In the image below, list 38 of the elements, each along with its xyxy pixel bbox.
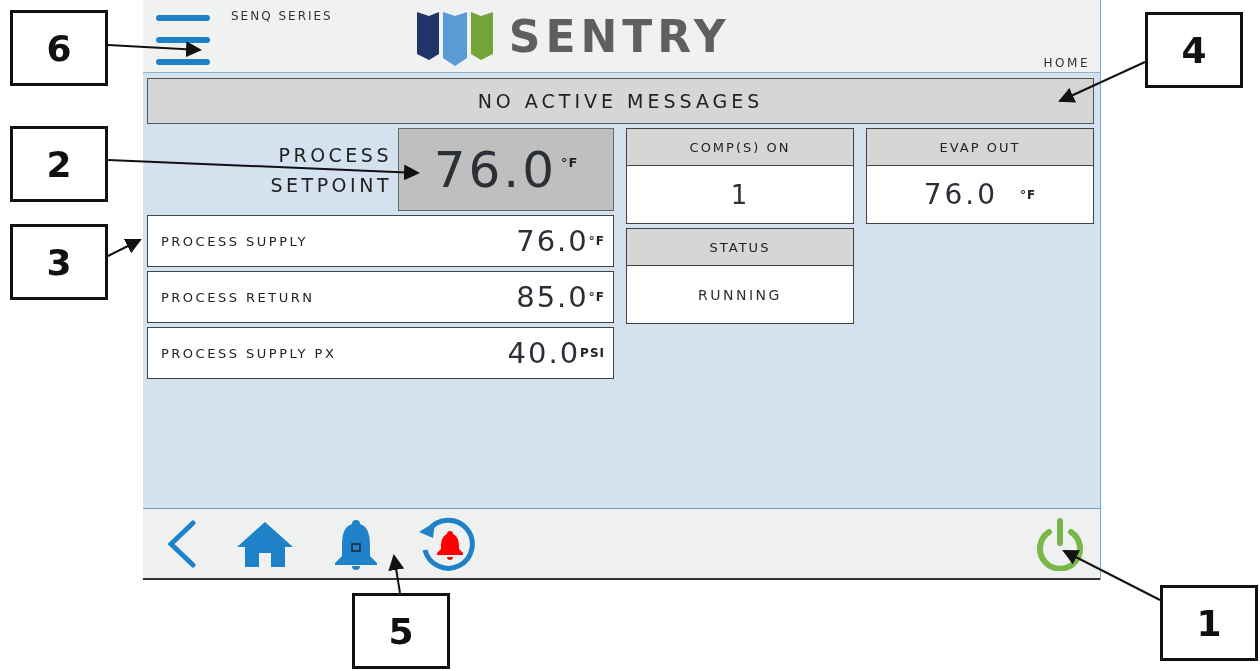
callout-number: 4 — [1145, 12, 1243, 88]
card-title: EVAP OUT — [867, 129, 1093, 166]
callout-number: 3 — [10, 224, 108, 300]
reading-value: 85.0 — [516, 280, 589, 314]
home-button[interactable] — [235, 519, 295, 568]
back-button[interactable] — [165, 519, 197, 568]
menu-button[interactable] — [155, 14, 211, 66]
reading-label: PROCESS SUPPLY PX — [161, 345, 338, 361]
leader-arrow — [107, 239, 142, 257]
unit-label: °F — [1020, 187, 1037, 202]
series-label: SENQ SERIES — [231, 9, 333, 25]
home-icon — [235, 519, 295, 568]
card-value: RUNNING — [698, 286, 782, 303]
reading-label: PROCESS RETURN — [161, 289, 316, 305]
power-icon — [1034, 516, 1086, 571]
page-title: HOME — [1043, 56, 1090, 70]
callout-number: 1 — [1160, 585, 1258, 661]
card-title: STATUS — [627, 229, 853, 266]
alarm-button[interactable] — [333, 517, 379, 570]
card-value: 1 — [730, 179, 750, 210]
bell-icon — [333, 517, 379, 570]
unit-label: PSI — [580, 346, 605, 360]
reading-label: PROCESS SUPPLY — [161, 233, 309, 249]
power-button[interactable] — [1034, 516, 1086, 571]
brand-name: SENTRY — [508, 15, 731, 59]
callout-number: 2 — [10, 126, 108, 202]
unit-label: °F — [588, 290, 605, 304]
callout-number: 6 — [10, 10, 108, 86]
leader-arrow — [388, 554, 405, 594]
reading-value: 40.0 — [507, 336, 581, 370]
back-icon — [165, 519, 197, 568]
message-bar: NO ACTIVE MESSAGES — [147, 78, 1094, 124]
unit-label: °F — [588, 234, 605, 248]
callout-number: 5 — [352, 593, 450, 669]
setpoint-label: PROCESS SETPOINT — [270, 142, 392, 198]
card-title: COMP(S) ON — [627, 129, 853, 166]
card-value: 76.0 — [923, 178, 999, 211]
reading-value: 76.0 — [516, 224, 589, 258]
